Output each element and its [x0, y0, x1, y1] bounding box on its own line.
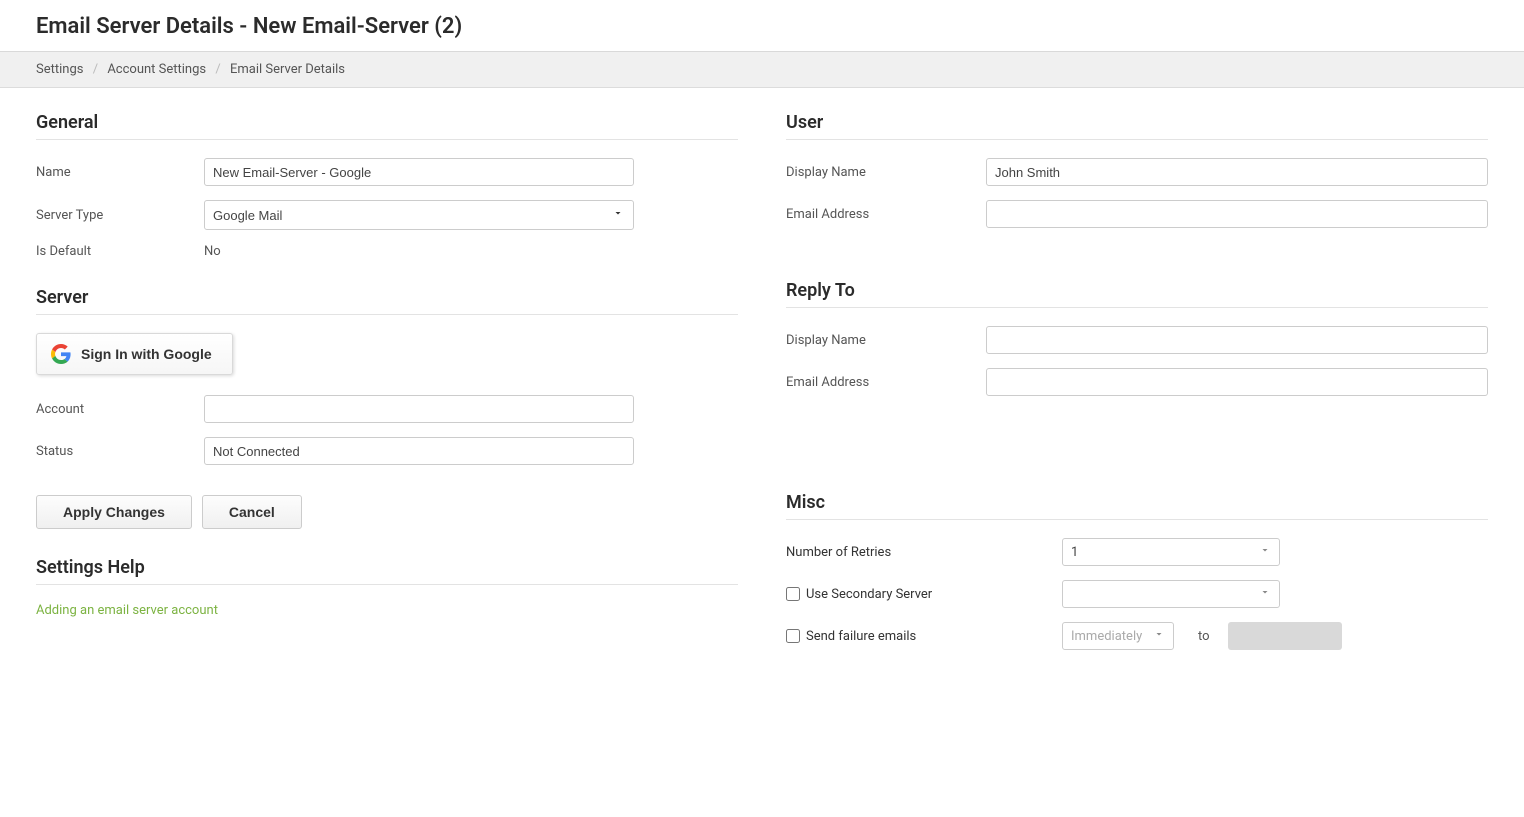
- breadcrumb-account-settings[interactable]: Account Settings: [107, 62, 206, 77]
- page-title: Email Server Details - New Email-Server …: [36, 14, 1488, 39]
- name-input[interactable]: [204, 158, 634, 186]
- section-title-reply-to: Reply To: [786, 280, 1488, 308]
- breadcrumb: Settings / Account Settings / Email Serv…: [0, 52, 1524, 88]
- breadcrumb-email-server-details[interactable]: Email Server Details: [230, 62, 345, 77]
- chevron-down-icon: [1259, 544, 1271, 560]
- label-retries: Number of Retries: [786, 545, 891, 560]
- section-title-user: User: [786, 112, 1488, 140]
- breadcrumb-separator: /: [215, 62, 220, 77]
- google-button-label: Sign In with Google: [81, 346, 212, 362]
- secondary-server-select[interactable]: [1062, 580, 1280, 608]
- status-input: [204, 437, 634, 465]
- failure-timing-value: Immediately: [1071, 629, 1142, 644]
- help-link-adding-email-server[interactable]: Adding an email server account: [36, 603, 218, 618]
- label-name: Name: [36, 165, 204, 180]
- label-replyto-display-name: Display Name: [786, 333, 986, 348]
- section-title-server: Server: [36, 287, 738, 315]
- replyto-display-name-input[interactable]: [986, 326, 1488, 354]
- label-user-display-name: Display Name: [786, 165, 986, 180]
- section-title-settings-help: Settings Help: [36, 557, 738, 585]
- replyto-email-input[interactable]: [986, 368, 1488, 396]
- chevron-down-icon: [1153, 628, 1165, 644]
- label-status: Status: [36, 444, 204, 459]
- chevron-down-icon: [1259, 586, 1271, 602]
- cancel-button[interactable]: Cancel: [202, 495, 302, 529]
- breadcrumb-settings[interactable]: Settings: [36, 62, 83, 77]
- account-input[interactable]: [204, 395, 634, 423]
- label-user-email: Email Address: [786, 207, 986, 222]
- retries-value: 1: [1071, 545, 1078, 560]
- retries-select[interactable]: 1: [1062, 538, 1280, 566]
- is-default-value: No: [204, 244, 221, 259]
- label-failure: Send failure emails: [806, 629, 916, 644]
- send-failure-checkbox[interactable]: [786, 629, 800, 643]
- server-type-select[interactable]: Google Mail: [204, 200, 634, 230]
- failure-recipient-input[interactable]: [1228, 622, 1342, 650]
- breadcrumb-separator: /: [93, 62, 98, 77]
- section-title-general: General: [36, 112, 738, 140]
- label-replyto-email: Email Address: [786, 375, 986, 390]
- sign-in-with-google-button[interactable]: Sign In with Google: [36, 333, 233, 375]
- label-server-type: Server Type: [36, 208, 204, 223]
- use-secondary-checkbox[interactable]: [786, 587, 800, 601]
- label-to: to: [1198, 629, 1210, 644]
- apply-changes-button[interactable]: Apply Changes: [36, 495, 192, 529]
- label-is-default: Is Default: [36, 244, 204, 259]
- failure-timing-select[interactable]: Immediately: [1062, 622, 1174, 650]
- section-title-misc: Misc: [786, 492, 1488, 520]
- label-secondary: Use Secondary Server: [806, 587, 932, 602]
- label-account: Account: [36, 402, 204, 417]
- user-display-name-input[interactable]: [986, 158, 1488, 186]
- user-email-input[interactable]: [986, 200, 1488, 228]
- google-logo-icon: [51, 344, 71, 364]
